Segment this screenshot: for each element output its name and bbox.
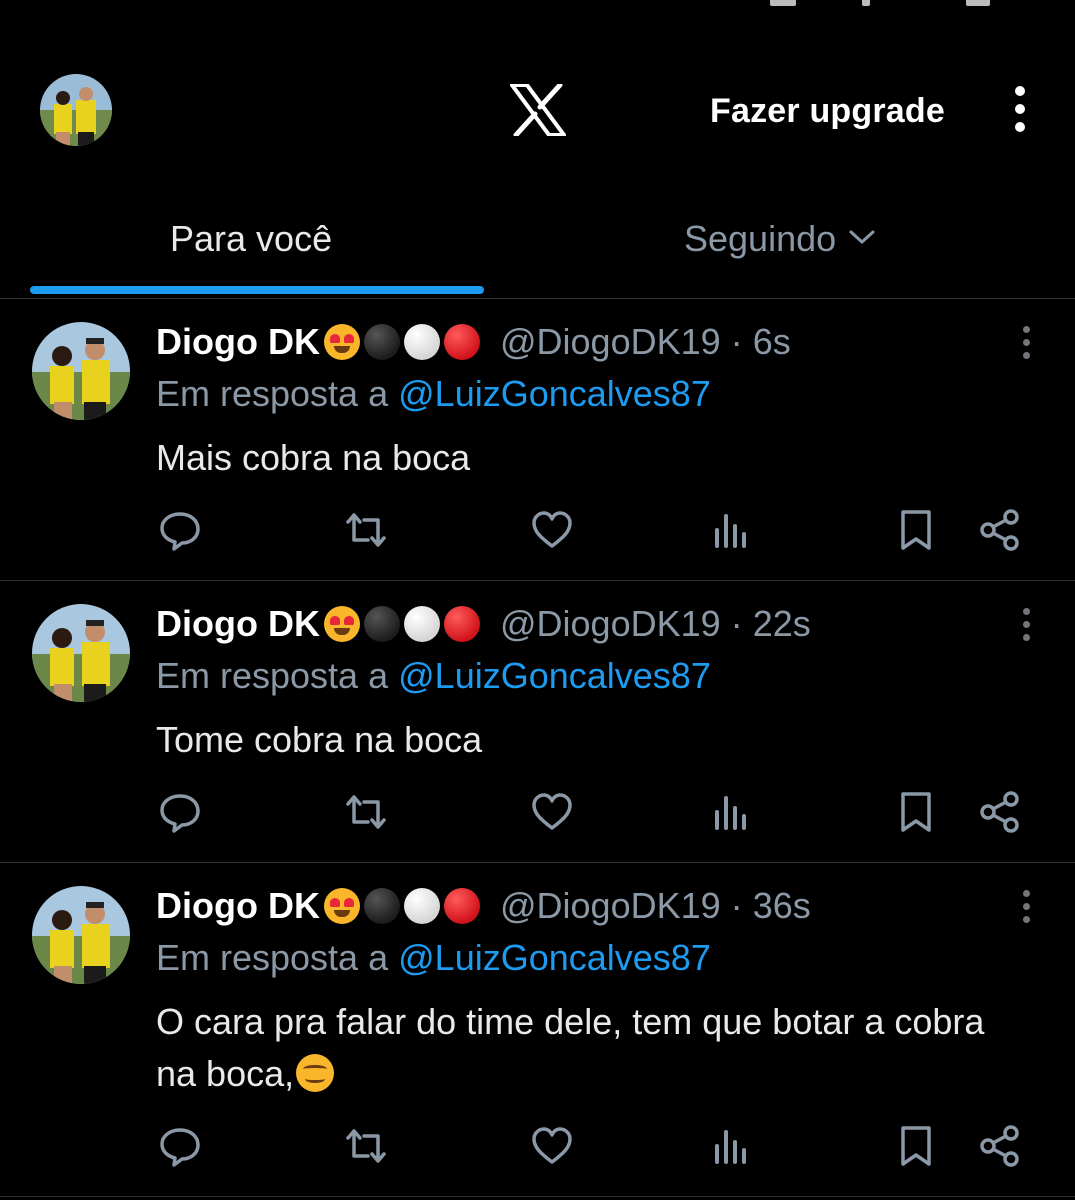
reply-prefix: Em resposta a [156, 937, 389, 978]
handle[interactable]: @DiogoDK19 [500, 321, 721, 362]
white-circle-emoji-icon [403, 324, 440, 360]
reply-to-link[interactable]: @LuizGoncalves87 [398, 937, 711, 978]
separator: · [730, 321, 743, 362]
smiling-face-emoji-icon [296, 1054, 335, 1092]
tweet-text-content: O cara pra falar do time dele, tem que b… [156, 1001, 985, 1094]
profile-avatar[interactable] [40, 74, 112, 146]
tweet-more-icon[interactable] [1021, 608, 1031, 642]
share-icon[interactable] [976, 506, 1024, 554]
like-icon[interactable] [528, 788, 576, 836]
views-icon[interactable] [706, 506, 754, 554]
reply-to-link[interactable]: @LuizGoncalves87 [398, 655, 711, 696]
tweet[interactable]: Diogo DK @DiogoDK19 · 6s Em resposta a @… [0, 298, 1075, 581]
avatar[interactable] [32, 322, 130, 420]
black-circle-emoji-icon [363, 324, 400, 360]
red-circle-emoji-icon [443, 324, 480, 360]
bookmark-icon[interactable] [892, 788, 940, 836]
bookmark-icon[interactable] [892, 506, 940, 554]
red-circle-emoji-icon [443, 888, 480, 924]
reply-context: Em resposta a @LuizGoncalves87 [156, 372, 711, 416]
tweet-actions [0, 506, 1075, 554]
black-circle-emoji-icon [363, 606, 400, 642]
handle[interactable]: @DiogoDK19 [500, 885, 721, 926]
timestamp[interactable]: 22s [753, 603, 811, 644]
display-name[interactable]: Diogo DK [156, 603, 320, 644]
tweet-text: O cara pra falar do time dele, tem que b… [156, 996, 986, 1100]
reply-context: Em resposta a @LuizGoncalves87 [156, 654, 711, 698]
heart-eyes-emoji-icon [323, 324, 360, 360]
timestamp[interactable]: 36s [753, 885, 811, 926]
retweet-icon[interactable] [342, 506, 390, 554]
heart-eyes-emoji-icon [323, 888, 360, 924]
tab-for-you[interactable]: Para você [170, 218, 332, 260]
tweet[interactable]: Diogo DK @DiogoDK19 · 36s Em resposta a … [0, 862, 1075, 1197]
views-icon[interactable] [706, 788, 754, 836]
x-logo-icon[interactable] [510, 82, 566, 138]
avatar[interactable] [32, 886, 130, 984]
tweet-header: Diogo DK @DiogoDK19 · 6s [156, 320, 791, 364]
heart-eyes-emoji-icon [323, 606, 360, 642]
timestamp[interactable]: 6s [753, 321, 791, 362]
tweet-text: Tome cobra na boca [156, 714, 1036, 766]
separator: · [730, 603, 743, 644]
separator: · [730, 885, 743, 926]
white-circle-emoji-icon [403, 888, 440, 924]
reply-context: Em resposta a @LuizGoncalves87 [156, 936, 711, 980]
top-app-bar: Fazer upgrade [0, 60, 1075, 160]
tweet[interactable]: Diogo DK @DiogoDK19 · 22s Em resposta a … [0, 580, 1075, 863]
tweet-more-icon[interactable] [1021, 890, 1031, 924]
display-name[interactable]: Diogo DK [156, 885, 320, 926]
tweet-text-content: Mais cobra na boca [156, 437, 471, 478]
display-name[interactable]: Diogo DK [156, 321, 320, 362]
black-circle-emoji-icon [363, 888, 400, 924]
reply-icon[interactable] [156, 506, 204, 554]
more-options-icon[interactable] [1008, 86, 1032, 136]
chevron-down-icon [849, 230, 875, 244]
tweet-header: Diogo DK @DiogoDK19 · 36s [156, 884, 811, 928]
reply-icon[interactable] [156, 1122, 204, 1170]
reply-prefix: Em resposta a [156, 655, 389, 696]
like-icon[interactable] [528, 1122, 576, 1170]
tab-following[interactable]: Seguindo [684, 218, 876, 260]
tab-label: Para você [170, 218, 333, 259]
reply-prefix: Em resposta a [156, 373, 389, 414]
status-bar [0, 0, 1075, 20]
avatar[interactable] [32, 604, 130, 702]
reply-icon[interactable] [156, 788, 204, 836]
active-tab-indicator [30, 286, 484, 294]
tweet-more-icon[interactable] [1021, 326, 1031, 360]
white-circle-emoji-icon [403, 606, 440, 642]
tweet-text-content: Tome cobra na boca [156, 719, 483, 760]
upgrade-button[interactable]: Fazer upgrade [710, 92, 945, 131]
handle[interactable]: @DiogoDK19 [500, 603, 721, 644]
reply-to-link[interactable]: @LuizGoncalves87 [398, 373, 711, 414]
tab-label: Seguindo [684, 218, 837, 259]
tweet-text: Mais cobra na boca [156, 432, 1036, 484]
red-circle-emoji-icon [443, 606, 480, 642]
retweet-icon[interactable] [342, 788, 390, 836]
share-icon[interactable] [976, 788, 1024, 836]
timeline-tabs: Para você Seguindo [0, 196, 1075, 299]
tweet-header: Diogo DK @DiogoDK19 · 22s [156, 602, 811, 646]
tweet-actions [0, 788, 1075, 836]
share-icon[interactable] [976, 1122, 1024, 1170]
tweet-actions [0, 1122, 1075, 1170]
status-icon [770, 0, 796, 6]
status-icon [862, 0, 870, 6]
like-icon[interactable] [528, 506, 576, 554]
retweet-icon[interactable] [342, 1122, 390, 1170]
battery-icon [966, 0, 990, 6]
views-icon[interactable] [706, 1122, 754, 1170]
bookmark-icon[interactable] [892, 1122, 940, 1170]
